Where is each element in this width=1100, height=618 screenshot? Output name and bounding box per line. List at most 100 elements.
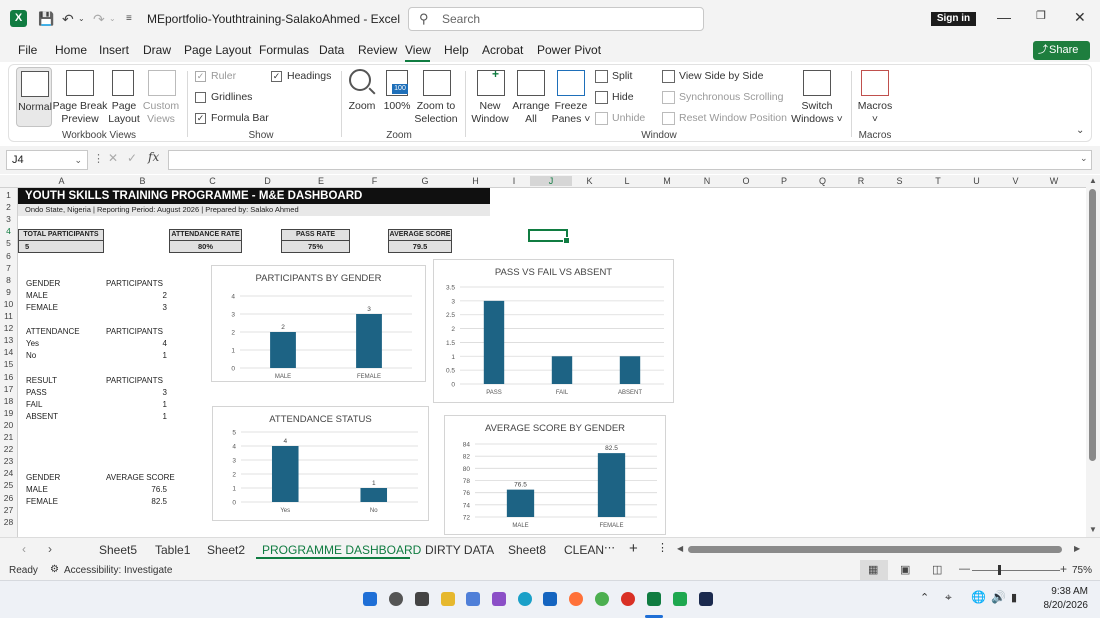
- zoom-slider[interactable]: [972, 570, 1060, 571]
- bar-no[interactable]: [360, 488, 388, 502]
- network-icon[interactable]: ⌖: [945, 590, 952, 605]
- vertical-scrollbar[interactable]: ▲ ▼: [1086, 175, 1100, 537]
- zoom-to-selection-button[interactable]: Zoom to Selection: [414, 67, 458, 127]
- vertical-scroll-thumb[interactable]: [1089, 189, 1096, 461]
- formula-input[interactable]: [168, 150, 1092, 170]
- scroll-tabs-right-icon[interactable]: ›: [48, 542, 52, 556]
- worksheet-grid[interactable]: YOUTH SKILLS TRAINING PROGRAMME - M&E DA…: [18, 188, 1086, 537]
- start-icon[interactable]: [363, 592, 377, 606]
- row-header-23[interactable]: 23: [0, 456, 17, 466]
- insert-function-icon[interactable]: fx: [148, 150, 159, 164]
- zoom-100-button[interactable]: 100 100%: [383, 67, 411, 127]
- column-header-l[interactable]: L: [607, 176, 647, 186]
- page-break-preview-button[interactable]: Page Break Preview: [53, 67, 107, 127]
- column-header-o[interactable]: O: [727, 176, 765, 186]
- horizontal-scroll-thumb[interactable]: [688, 546, 1062, 553]
- row-header-3[interactable]: 3: [0, 214, 17, 224]
- menu-formulas[interactable]: Formulas: [259, 43, 309, 57]
- redo-dropdown-icon[interactable]: ⌄: [109, 10, 116, 28]
- redo-icon[interactable]: ↷: [93, 10, 105, 28]
- bar-yes[interactable]: [271, 446, 299, 502]
- column-header-m[interactable]: M: [647, 176, 687, 186]
- custom-views-button[interactable]: Custom Views: [143, 67, 179, 127]
- bar-female[interactable]: [597, 453, 626, 517]
- collapse-ribbon-icon[interactable]: ⌄: [1076, 125, 1084, 136]
- column-header-r[interactable]: R: [842, 176, 880, 186]
- column-header-p[interactable]: P: [765, 176, 803, 186]
- row-header-1[interactable]: 1: [0, 190, 17, 200]
- column-header-f[interactable]: F: [352, 176, 397, 186]
- tab-options-icon[interactable]: ⋮: [657, 541, 668, 554]
- zoom-out-icon[interactable]: —: [959, 563, 970, 575]
- store-icon[interactable]: [466, 592, 480, 606]
- add-sheet-icon[interactable]: +: [629, 540, 638, 557]
- row-header-5[interactable]: 5: [0, 238, 17, 248]
- row-header-18[interactable]: 18: [0, 396, 17, 406]
- outlook-icon[interactable]: [543, 592, 557, 606]
- normal-view-button[interactable]: Normal: [16, 67, 52, 127]
- row-header-28[interactable]: 28: [0, 517, 17, 527]
- zoom-in-icon[interactable]: +: [1060, 562, 1067, 576]
- bar-pass[interactable]: [483, 300, 505, 384]
- row-header-8[interactable]: 8: [0, 275, 17, 285]
- cancel-icon[interactable]: ✕: [108, 151, 118, 165]
- reset-window-position-button[interactable]: Reset Window Position: [662, 112, 787, 125]
- hide-button[interactable]: Hide: [595, 91, 634, 104]
- close-icon[interactable]: ✕: [1074, 9, 1086, 26]
- page-layout-status-icon[interactable]: ▣: [900, 563, 910, 576]
- excel-taskbar-icon[interactable]: [647, 592, 661, 606]
- column-header-e[interactable]: E: [290, 176, 352, 186]
- row-header-19[interactable]: 19: [0, 408, 17, 418]
- row-header-7[interactable]: 7: [0, 263, 17, 273]
- show-hidden-icons-icon[interactable]: ⌃: [920, 591, 929, 604]
- bar-male[interactable]: [506, 489, 535, 517]
- arrange-all-button[interactable]: Arrange All: [512, 67, 550, 127]
- bar-male[interactable]: [270, 332, 296, 368]
- column-header-a[interactable]: A: [18, 176, 105, 186]
- row-header-13[interactable]: 13: [0, 335, 17, 345]
- new-window-button[interactable]: + New Window: [471, 67, 508, 127]
- column-header-n[interactable]: N: [687, 176, 727, 186]
- bar-absent[interactable]: [619, 356, 641, 384]
- accessibility-status[interactable]: Accessibility: Investigate: [64, 565, 172, 576]
- bar-female[interactable]: [356, 314, 382, 368]
- row-header-24[interactable]: 24: [0, 468, 17, 478]
- photoshop-icon[interactable]: [699, 592, 713, 606]
- view-side-by-side-button[interactable]: View Side by Side: [662, 70, 763, 83]
- search-input[interactable]: ⚲ Search: [408, 7, 704, 31]
- volume-icon[interactable]: 🔊: [991, 590, 1006, 604]
- ruler-checkbox[interactable]: ✓ Ruler: [195, 70, 236, 83]
- row-header-27[interactable]: 27: [0, 505, 17, 515]
- menu-draw[interactable]: Draw: [143, 43, 171, 57]
- menu-file[interactable]: File: [18, 43, 37, 57]
- column-header-w[interactable]: W: [1035, 176, 1073, 186]
- bar-fail[interactable]: [551, 356, 573, 384]
- minimize-icon[interactable]: —: [997, 9, 1011, 25]
- row-header-9[interactable]: 9: [0, 287, 17, 297]
- save-icon[interactable]: 💾: [38, 10, 54, 28]
- column-header-q[interactable]: Q: [803, 176, 842, 186]
- menu-view[interactable]: View: [405, 43, 431, 57]
- more-sheets-icon[interactable]: ⋯: [604, 541, 615, 554]
- column-header-s[interactable]: S: [880, 176, 919, 186]
- row-header-10[interactable]: 10: [0, 299, 17, 309]
- scroll-left-icon[interactable]: ◀: [677, 544, 683, 553]
- undo-dropdown-icon[interactable]: ⌄: [78, 10, 85, 28]
- customize-toolbar-icon[interactable]: ≡: [126, 10, 132, 28]
- row-header-15[interactable]: 15: [0, 359, 17, 369]
- sheet-tab-sheet5[interactable]: Sheet5: [99, 543, 137, 557]
- row-header-20[interactable]: 20: [0, 420, 17, 430]
- row-header-14[interactable]: 14: [0, 347, 17, 357]
- clock-date[interactable]: 8/20/2026: [1036, 600, 1089, 611]
- column-header-v[interactable]: V: [996, 176, 1035, 186]
- column-header-g[interactable]: G: [397, 176, 453, 186]
- sheet-tab-programme-dashboard[interactable]: PROGRAMME DASHBOARD: [262, 543, 421, 557]
- sheet-tab-dirty-data[interactable]: DIRTY DATA: [425, 543, 494, 557]
- row-header-4[interactable]: 4: [0, 226, 17, 236]
- column-header-t[interactable]: T: [919, 176, 957, 186]
- split-button[interactable]: Split: [595, 70, 632, 83]
- zoom-level[interactable]: 75%: [1072, 565, 1092, 576]
- menu-help[interactable]: Help: [444, 43, 469, 57]
- menu-home[interactable]: Home: [55, 43, 87, 57]
- chart-attendance-status[interactable]: ATTENDANCE STATUS 0 1 2 3 4 5 Yes 4 No 1: [212, 406, 429, 521]
